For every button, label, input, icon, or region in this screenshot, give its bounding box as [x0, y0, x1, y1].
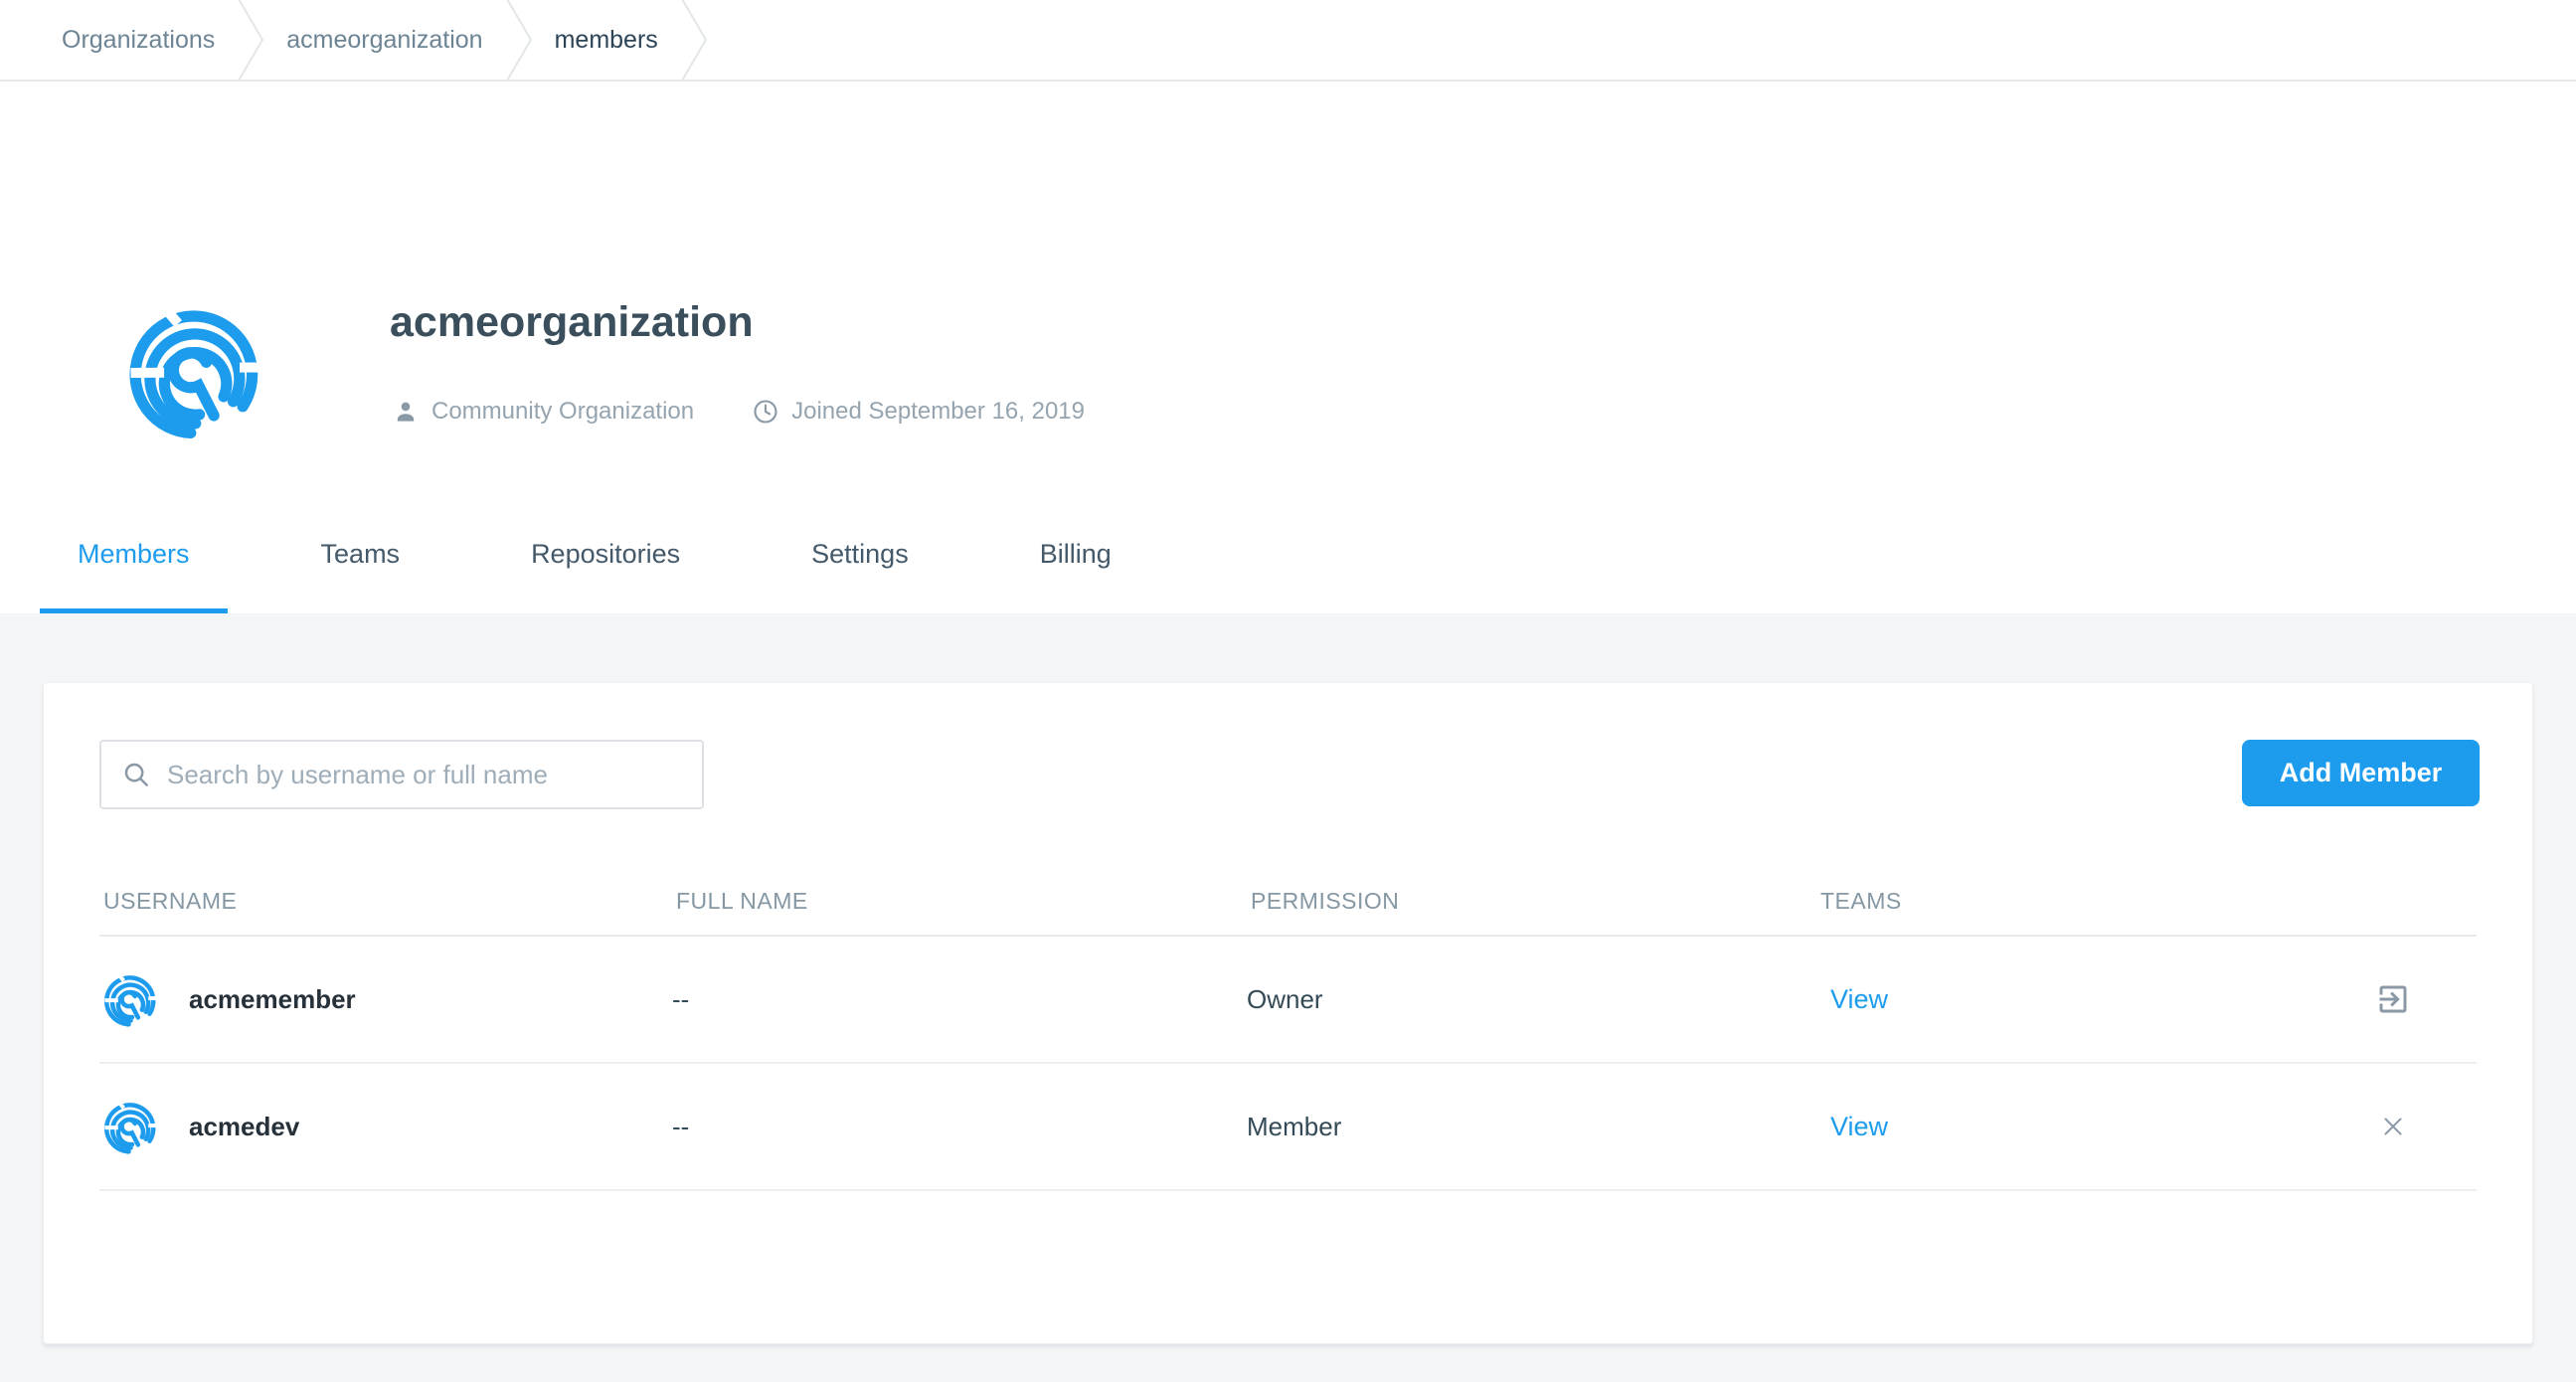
- member-avatar-fingerprint-icon: [99, 963, 159, 1035]
- tab-teams[interactable]: Teams: [283, 500, 438, 613]
- col-header-fullname: FULL NAME: [672, 888, 1247, 915]
- breadcrumb-item-organizations[interactable]: Organizations: [62, 26, 215, 55]
- main-content: Add Member USERNAME FULL NAME PERMISSION…: [0, 613, 2576, 1382]
- members-card: Add Member USERNAME FULL NAME PERMISSION…: [43, 682, 2533, 1344]
- organization-type-label: Community Organization: [431, 398, 694, 426]
- table-header-row: USERNAME FULL NAME PERMISSION TEAMS: [99, 862, 2477, 937]
- exit-arrow-icon: [2375, 981, 2411, 1017]
- username-cell: acmedev: [99, 1091, 672, 1162]
- tab-billing[interactable]: Billing: [1002, 500, 1149, 613]
- member-username: acmemember: [189, 984, 356, 1015]
- clock-icon: [752, 398, 779, 426]
- view-teams-link[interactable]: View: [1816, 1112, 1888, 1141]
- organization-meta: Community Organization Joined September …: [392, 398, 1085, 426]
- organization-avatar-fingerprint-icon: [117, 280, 266, 459]
- members-table: USERNAME FULL NAME PERMISSION TEAMS acme…: [99, 862, 2477, 1191]
- member-avatar-fingerprint-icon: [99, 1091, 159, 1162]
- add-member-button[interactable]: Add Member: [2242, 740, 2480, 806]
- member-fullname: --: [672, 1112, 1247, 1142]
- remove-member-button[interactable]: [2378, 1112, 2408, 1141]
- breadcrumb: Organizations acmeorganization members: [0, 0, 2576, 82]
- org-tabs: Members Teams Repositories Settings Bill…: [40, 500, 1149, 613]
- breadcrumb-item-acmeorganization[interactable]: acmeorganization: [286, 26, 482, 55]
- search-icon: [121, 760, 151, 789]
- col-header-teams: TEAMS: [1816, 888, 2310, 915]
- member-fullname: --: [672, 984, 1247, 1015]
- member-username: acmedev: [189, 1112, 299, 1142]
- leave-organization-button[interactable]: [2375, 981, 2411, 1017]
- tab-members[interactable]: Members: [40, 500, 228, 613]
- organization-type: Community Organization: [392, 398, 694, 426]
- chevron-separator-icon: [505, 0, 533, 81]
- organization-header: acmeorganization Community Organization …: [0, 82, 2576, 613]
- view-teams-link[interactable]: View: [1816, 984, 1888, 1014]
- chevron-separator-icon: [680, 0, 708, 81]
- tab-repositories[interactable]: Repositories: [493, 500, 718, 613]
- breadcrumb-item-members: members: [555, 26, 658, 55]
- tab-settings[interactable]: Settings: [773, 500, 946, 613]
- table-row: acmedev -- Member View: [99, 1064, 2477, 1191]
- close-x-icon: [2378, 1112, 2408, 1141]
- chevron-separator-icon: [237, 0, 264, 81]
- organization-joined-label: Joined September 16, 2019: [791, 398, 1085, 426]
- col-header-username: USERNAME: [99, 888, 672, 915]
- person-icon: [392, 398, 420, 426]
- username-cell: acmemember: [99, 963, 672, 1035]
- member-search-input[interactable]: [167, 760, 682, 790]
- col-header-permission: PERMISSION: [1247, 888, 1816, 915]
- organization-joined: Joined September 16, 2019: [752, 398, 1085, 426]
- member-search-box: [99, 740, 704, 809]
- member-permission: Member: [1247, 1112, 1816, 1142]
- organization-name: acmeorganization: [390, 298, 754, 347]
- member-permission: Owner: [1247, 984, 1816, 1015]
- table-row: acmemember -- Owner View: [99, 937, 2477, 1064]
